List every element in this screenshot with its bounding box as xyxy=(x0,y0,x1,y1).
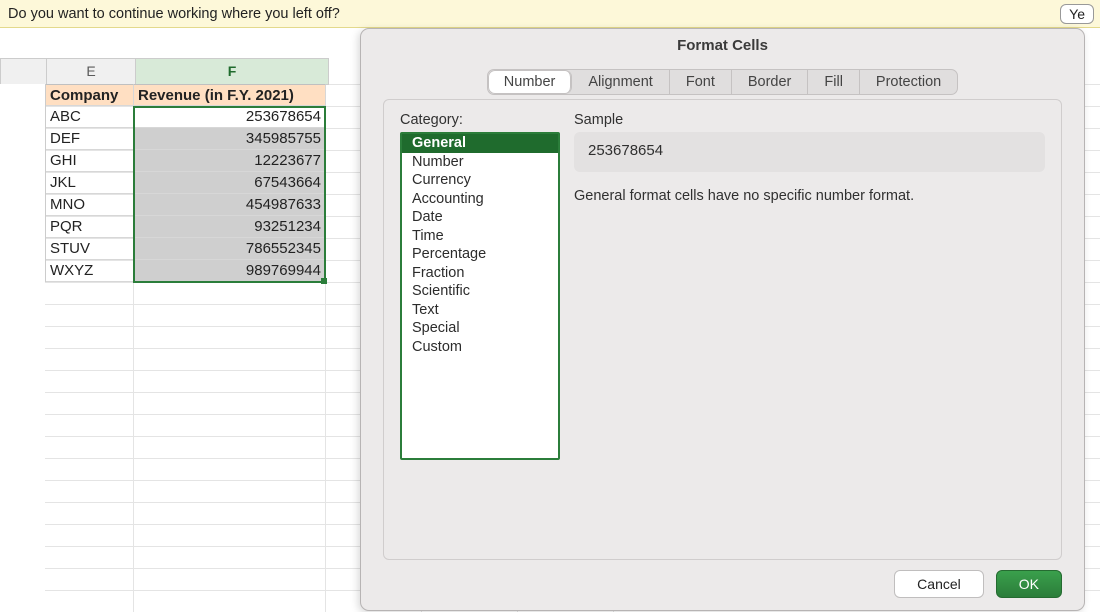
category-item-percentage[interactable]: Percentage xyxy=(402,245,558,264)
dialog-buttons: Cancel OK xyxy=(894,570,1062,598)
data-grid: Company Revenue (in F.Y. 2021) ABC 25367… xyxy=(0,84,326,282)
row-header[interactable] xyxy=(0,150,46,172)
sample-value: 253678654 xyxy=(574,132,1045,172)
col-header-e[interactable]: E xyxy=(47,58,136,85)
row-header[interactable] xyxy=(0,84,46,106)
cell-revenue[interactable]: 345985755 xyxy=(134,128,326,150)
cell-company[interactable]: STUV xyxy=(46,238,134,260)
cell-company[interactable]: WXYZ xyxy=(46,260,134,282)
row-header[interactable] xyxy=(0,216,46,238)
category-item-text[interactable]: Text xyxy=(402,301,558,320)
category-item-date[interactable]: Date xyxy=(402,208,558,227)
resume-message: Do you want to continue working where yo… xyxy=(6,6,340,22)
tab-alignment[interactable]: Alignment xyxy=(572,70,669,94)
category-list[interactable]: General Number Currency Accounting Date … xyxy=(400,132,560,460)
category-item-accounting[interactable]: Accounting xyxy=(402,190,558,209)
dialog-title: Format Cells xyxy=(361,29,1084,65)
category-description: General format cells have no specific nu… xyxy=(574,188,1045,204)
resume-yes-button[interactable]: Ye xyxy=(1060,4,1094,24)
category-item-fraction[interactable]: Fraction xyxy=(402,264,558,283)
tab-number[interactable]: Number xyxy=(488,70,573,94)
tab-fill[interactable]: Fill xyxy=(808,70,860,94)
spreadsheet-area: E F Company Revenue (in F.Y. 2021) ABC 2… xyxy=(0,28,1100,612)
column-headers: E F xyxy=(0,58,329,83)
cell-company[interactable]: MNO xyxy=(46,194,134,216)
col-header-f[interactable]: F xyxy=(136,58,329,85)
cell-company[interactable]: DEF xyxy=(46,128,134,150)
cell-company[interactable]: ABC xyxy=(46,106,134,128)
resume-info-bar: Do you want to continue working where yo… xyxy=(0,0,1100,28)
header-company[interactable]: Company xyxy=(46,84,134,106)
ok-button[interactable]: OK xyxy=(996,570,1062,598)
tab-font[interactable]: Font xyxy=(670,70,732,94)
dialog-tabs: Number Alignment Font Border Fill Protec… xyxy=(361,65,1084,95)
cell-revenue[interactable]: 454987633 xyxy=(134,194,326,216)
category-item-special[interactable]: Special xyxy=(402,319,558,338)
cell-company[interactable]: JKL xyxy=(46,172,134,194)
sample-label: Sample xyxy=(574,112,623,128)
category-item-custom[interactable]: Custom xyxy=(402,338,558,357)
cell-revenue[interactable]: 253678654 xyxy=(134,106,326,128)
category-item-scientific[interactable]: Scientific xyxy=(402,282,558,301)
select-all-corner[interactable] xyxy=(0,58,47,85)
category-item-time[interactable]: Time xyxy=(402,227,558,246)
row-header[interactable] xyxy=(0,260,46,282)
cell-revenue[interactable]: 989769944 xyxy=(134,260,326,282)
category-item-currency[interactable]: Currency xyxy=(402,171,558,190)
tab-protection[interactable]: Protection xyxy=(860,70,957,94)
cell-revenue[interactable]: 786552345 xyxy=(134,238,326,260)
row-header[interactable] xyxy=(0,194,46,216)
category-item-general[interactable]: General xyxy=(402,134,558,153)
row-header[interactable] xyxy=(0,172,46,194)
category-label: Category: xyxy=(400,112,463,128)
cell-revenue[interactable]: 93251234 xyxy=(134,216,326,238)
cell-revenue[interactable]: 67543664 xyxy=(134,172,326,194)
cell-company[interactable]: PQR xyxy=(46,216,134,238)
row-header[interactable] xyxy=(0,238,46,260)
cell-revenue[interactable]: 12223677 xyxy=(134,150,326,172)
format-cells-dialog: Format Cells Number Alignment Font Borde… xyxy=(360,28,1085,611)
cancel-button[interactable]: Cancel xyxy=(894,570,984,598)
header-revenue[interactable]: Revenue (in F.Y. 2021) xyxy=(134,84,326,106)
cell-company[interactable]: GHI xyxy=(46,150,134,172)
row-header[interactable] xyxy=(0,128,46,150)
row-header[interactable] xyxy=(0,106,46,128)
tab-border[interactable]: Border xyxy=(732,70,809,94)
dialog-body: Category: Sample General Number Currency… xyxy=(383,99,1062,560)
category-item-number[interactable]: Number xyxy=(402,153,558,172)
